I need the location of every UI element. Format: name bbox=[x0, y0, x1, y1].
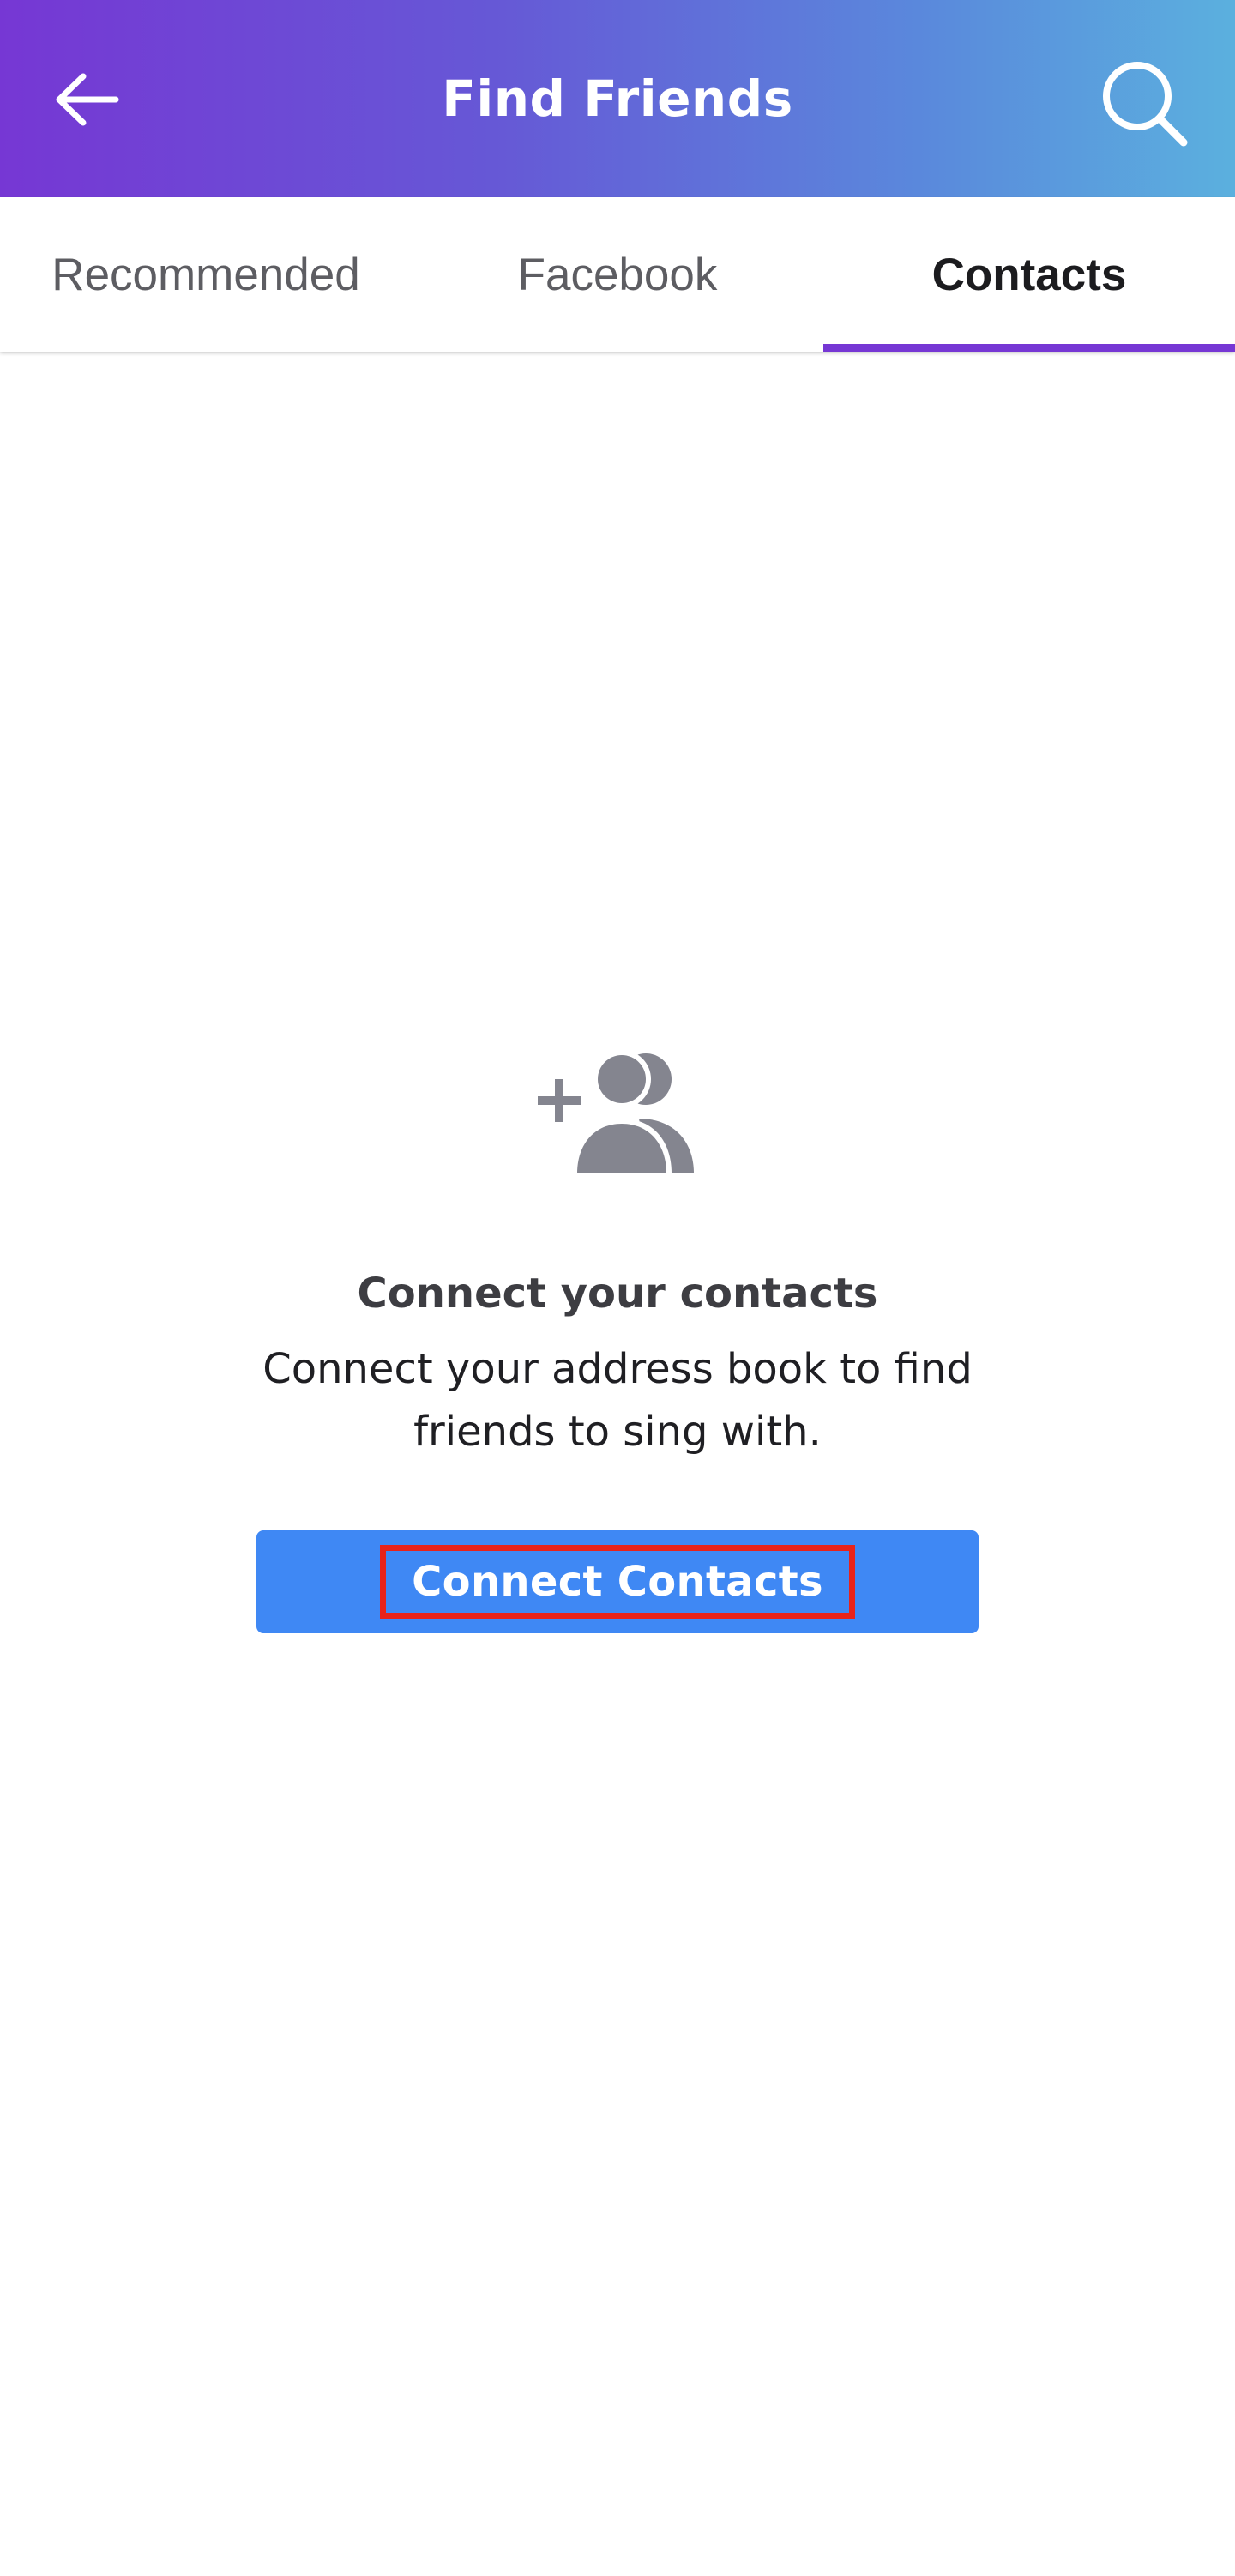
search-icon bbox=[1103, 62, 1188, 147]
app-header: Find Friends bbox=[0, 0, 1235, 197]
empty-state-title: Connect your contacts bbox=[357, 1270, 878, 1318]
contacts-empty-state: Connect your contacts Connect your addre… bbox=[0, 1047, 1235, 1633]
empty-state-description: Connect your address book to find friend… bbox=[262, 1345, 973, 1456]
connect-contacts-button[interactable]: Connect Contacts bbox=[256, 1530, 979, 1633]
tab-facebook[interactable]: Facebook bbox=[412, 197, 823, 352]
tab-bar: Recommended Facebook Contacts bbox=[0, 197, 1235, 352]
search-button[interactable] bbox=[1098, 57, 1192, 151]
add-contacts-icon bbox=[538, 1050, 694, 1173]
back-button[interactable] bbox=[48, 65, 125, 134]
connect-contacts-label: Connect Contacts bbox=[380, 1545, 855, 1619]
page-title: Find Friends bbox=[442, 69, 793, 128]
tab-recommended[interactable]: Recommended bbox=[0, 197, 412, 352]
tab-contacts[interactable]: Contacts bbox=[823, 197, 1235, 352]
arrow-left-icon bbox=[56, 73, 119, 126]
